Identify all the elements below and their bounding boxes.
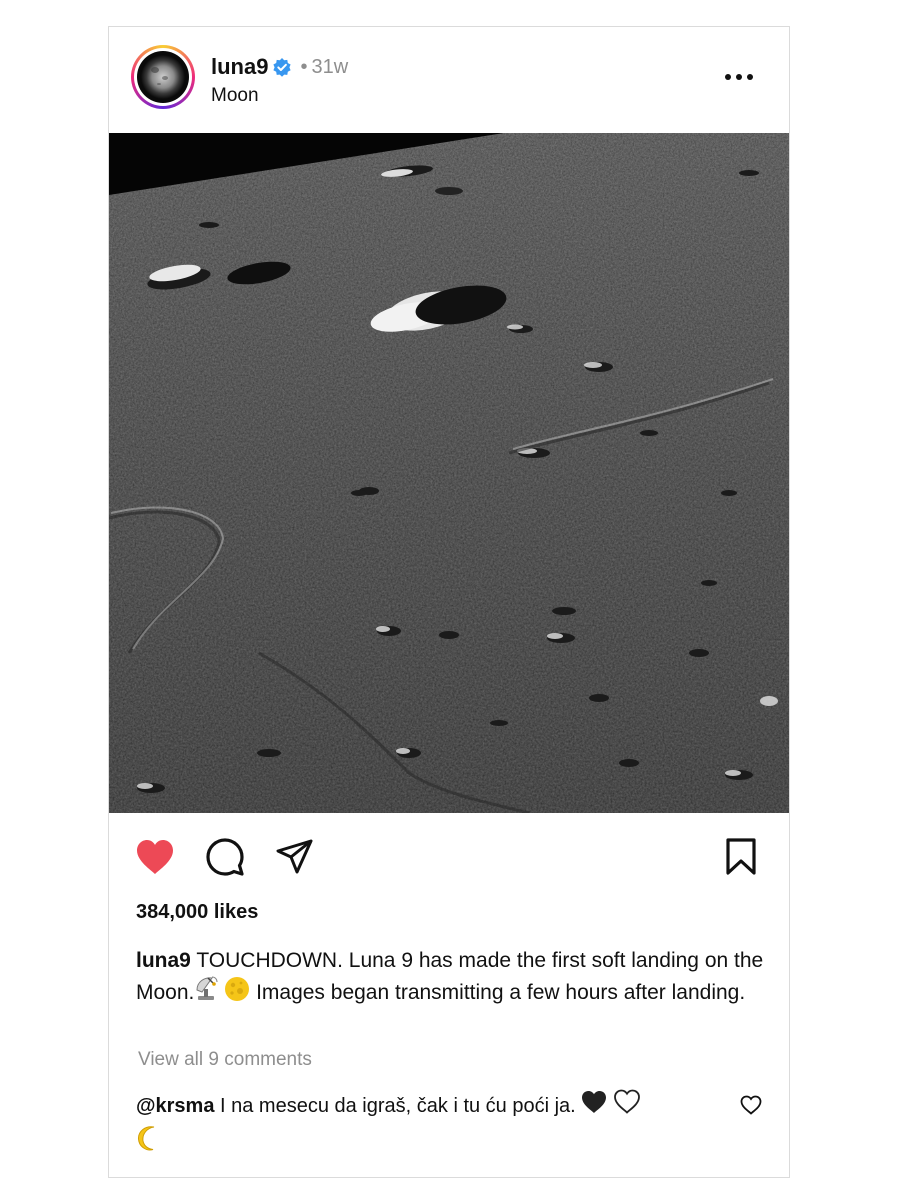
comment-item: @krsma I na mesecu da igraš, čak i tu ću… (136, 1089, 736, 1162)
crescent-moon-icon (136, 1124, 164, 1162)
comment-bubble-icon[interactable] (203, 835, 247, 879)
white-heart-icon (613, 1089, 641, 1124)
post-card: luna9 • 31w Moon 384,000 likes luna9 TOU… (108, 26, 790, 1178)
comment-like-heart-icon[interactable] (737, 1091, 765, 1119)
more-options-icon[interactable] (719, 65, 759, 89)
avatar[interactable] (131, 45, 195, 109)
likes-count[interactable]: 384,000 likes (136, 901, 258, 924)
black-heart-icon (581, 1090, 607, 1124)
full-moon-icon (224, 976, 250, 1011)
location-link[interactable]: Moon (211, 85, 259, 107)
post-caption: luna9 TOUCHDOWN. Luna 9 has made the fir… (136, 945, 764, 1011)
separator-dot: • (300, 55, 308, 78)
post-header: luna9 • 31w Moon (109, 27, 789, 133)
verified-badge-icon (272, 57, 292, 77)
post-image[interactable] (109, 133, 789, 813)
satellite-antenna-icon (194, 976, 218, 1011)
view-all-comments-link[interactable]: View all 9 comments (138, 1049, 312, 1071)
user-line: luna9 • 31w (211, 53, 348, 81)
post-time[interactable]: 31w (311, 56, 348, 79)
lunar-surface-image (109, 133, 789, 813)
moon-avatar-image (137, 51, 189, 103)
comment-text: I na mesecu da igraš, čak i tu ću poći j… (220, 1094, 576, 1117)
caption-text-part2: Images began transmitting a few hours af… (256, 981, 746, 1005)
heart-filled-icon[interactable] (133, 835, 177, 879)
username[interactable]: luna9 (211, 54, 268, 80)
bookmark-icon[interactable] (719, 835, 763, 879)
action-bar (109, 827, 789, 883)
comment-username[interactable]: @krsma (136, 1095, 214, 1117)
share-paper-plane-icon[interactable] (273, 835, 317, 879)
caption-username[interactable]: luna9 (136, 949, 191, 972)
